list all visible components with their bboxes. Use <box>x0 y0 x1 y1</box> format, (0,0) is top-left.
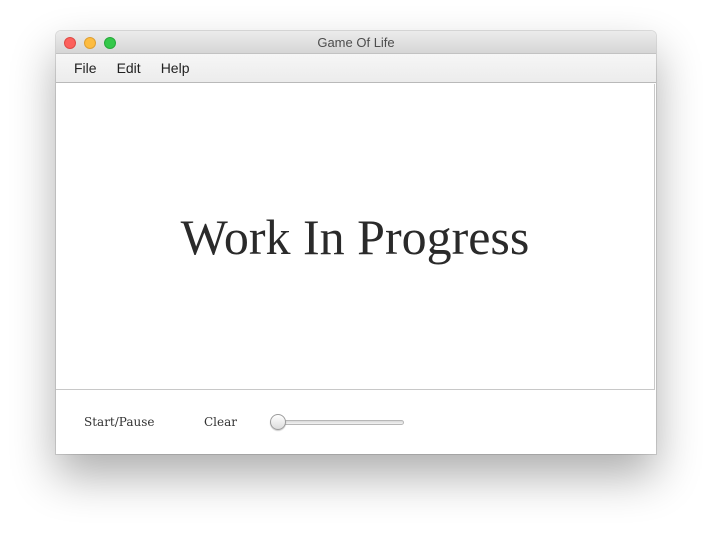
app-window: Game Of Life File Edit Help Work In Prog… <box>56 31 656 454</box>
slider-thumb[interactable] <box>270 414 286 430</box>
speed-slider[interactable] <box>270 413 406 433</box>
menu-help[interactable]: Help <box>153 60 198 76</box>
menu-bar: File Edit Help <box>56 54 656 83</box>
game-canvas[interactable]: Work In Progress <box>56 84 655 390</box>
work-in-progress-message: Work In Progress <box>180 208 530 265</box>
title-bar[interactable]: Game Of Life <box>56 31 656 54</box>
start-pause-button[interactable]: Start/Pause <box>84 415 154 429</box>
menu-edit[interactable]: Edit <box>109 60 149 76</box>
window-title: Game Of Life <box>317 35 395 50</box>
menu-file[interactable]: File <box>66 60 105 76</box>
slider-track[interactable] <box>270 420 404 425</box>
control-panel: Start/Pause Clear <box>56 391 656 454</box>
clear-button[interactable]: Clear <box>204 415 237 429</box>
